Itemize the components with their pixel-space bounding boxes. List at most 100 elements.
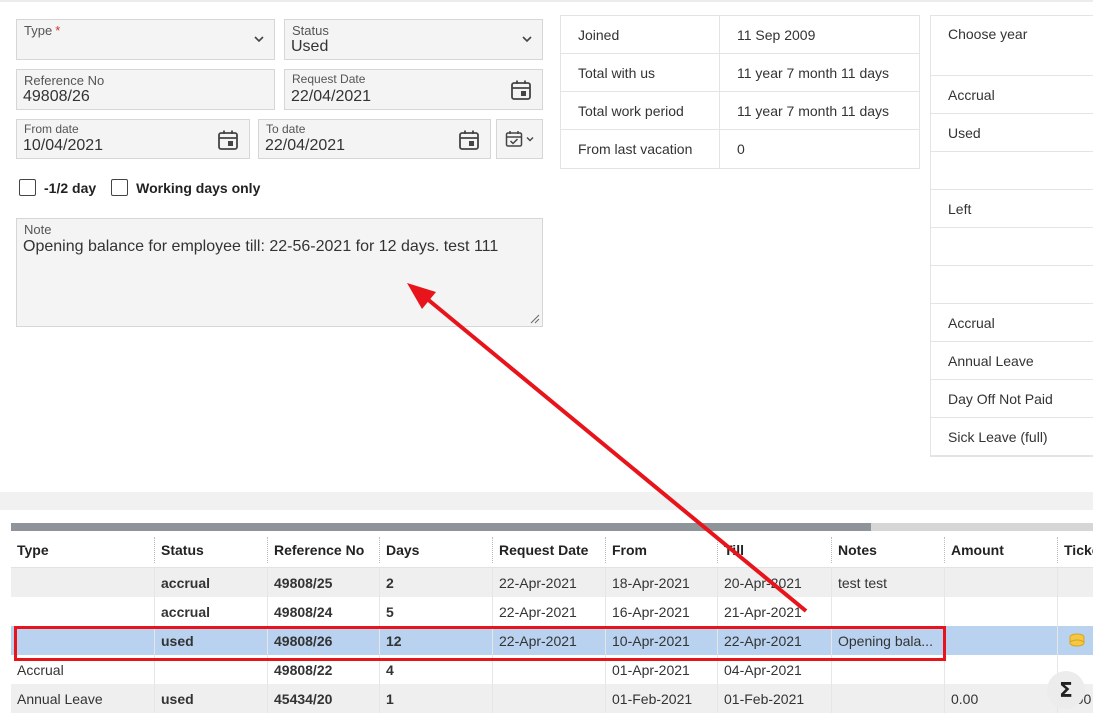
ticket-coins-icon[interactable]: [1068, 632, 1086, 650]
from-date-value: 10/04/2021: [23, 137, 104, 154]
cell-notes: [831, 684, 944, 713]
info-key: Total work period: [561, 92, 720, 129]
balance-accrual2-label: Accrual: [931, 304, 1093, 342]
employee-info-table: Joined 11 Sep 2009 Total with us 11 year 7…: [560, 15, 920, 169]
half-day-checkbox[interactable]: [19, 179, 36, 196]
to-date-field[interactable]: To date 22/04/2021: [258, 119, 491, 159]
sigma-summary-button[interactable]: Σ: [1047, 671, 1085, 709]
cell-till: 01-Feb-2021: [717, 684, 831, 713]
cell-reference-no: 49808/25: [267, 568, 379, 597]
cell-type: [11, 626, 154, 655]
checkbox-row: -1/2 day Working days only: [19, 179, 275, 196]
resize-grip-icon[interactable]: [530, 314, 540, 324]
status-select[interactable]: Status Used: [284, 19, 543, 60]
cell-from: 16-Apr-2021: [605, 597, 717, 626]
to-date-value: 22/04/2021: [265, 137, 346, 154]
header-amount[interactable]: Amount: [944, 536, 1057, 563]
type-label: Type *: [24, 23, 61, 38]
cell-from: 18-Apr-2021: [605, 568, 717, 597]
info-row: Joined 11 Sep 2009: [561, 16, 919, 54]
table-row[interactable]: accrual 49808/24 5 22-Apr-2021 16-Apr-20…: [11, 597, 1093, 626]
request-date-field[interactable]: Request Date 22/04/2021: [284, 69, 543, 110]
status-value: Used: [291, 38, 329, 55]
cell-type: [11, 568, 154, 597]
header-reference-no[interactable]: Reference No: [267, 536, 379, 563]
cell-days: 5: [379, 597, 492, 626]
balance-empty-row: [931, 266, 1093, 304]
balance-left-label: Left: [931, 190, 1093, 228]
grid-header: Type Status Reference No Days Request Da…: [11, 532, 1093, 568]
note-label: Note: [24, 222, 52, 237]
cell-request-date: 22-Apr-2021: [492, 568, 605, 597]
date-preset-button[interactable]: [496, 119, 543, 159]
table-row[interactable]: accrual 49808/25 2 22-Apr-2021 18-Apr-20…: [11, 568, 1093, 597]
leave-grid: Type Status Reference No Days Request Da…: [11, 532, 1093, 713]
reference-no-value: 49808/26: [23, 88, 90, 105]
cell-from: 01-Feb-2021: [605, 684, 717, 713]
cell-reference-no: 45434/20: [267, 684, 379, 713]
cell-from: 10-Apr-2021: [605, 626, 717, 655]
table-row[interactable]: Accrual 49808/22 4 01-Apr-2021 04-Apr-20…: [11, 655, 1093, 684]
cell-type: Annual Leave: [17, 690, 103, 707]
cell-request-date: 22-Apr-2021: [492, 597, 605, 626]
header-from[interactable]: From: [605, 536, 717, 563]
info-row: Total work period 11 year 7 month 11 days: [561, 92, 919, 130]
sick-leave-label: Sick Leave (full): [931, 418, 1093, 456]
cell-request-date: 22-Apr-2021: [492, 626, 605, 655]
cell-amount: [944, 626, 1057, 655]
table-row-selected[interactable]: used 49808/26 12 22-Apr-2021 10-Apr-2021…: [11, 626, 1093, 655]
cell-ticket: [1057, 568, 1093, 597]
cell-notes: [831, 597, 944, 626]
calendar-icon[interactable]: [217, 129, 239, 151]
calendar-icon[interactable]: [510, 79, 532, 101]
cell-reference-no: 49808/24: [267, 597, 379, 626]
calendar-icon[interactable]: [458, 129, 480, 151]
info-value: 0: [737, 141, 745, 157]
info-key: Total with us: [561, 54, 720, 91]
balance-used-label: Used: [931, 114, 1093, 152]
status-label: Status: [292, 23, 329, 38]
header-status[interactable]: Status: [154, 536, 267, 563]
info-key: Joined: [561, 16, 720, 53]
request-date-value: 22/04/2021: [291, 88, 372, 105]
calendar-check-icon: [505, 131, 522, 147]
from-date-field[interactable]: From date 10/04/2021: [16, 119, 250, 159]
working-days-label: Working days only: [136, 179, 261, 196]
info-row: Total with us 11 year 7 month 11 days: [561, 54, 919, 92]
scrollbar-thumb[interactable]: [11, 523, 871, 531]
choose-year-select[interactable]: Choose year: [931, 16, 1093, 76]
annual-leave-label: Annual Leave: [931, 342, 1093, 380]
working-days-checkbox[interactable]: [111, 179, 129, 196]
cell-days: 4: [379, 655, 492, 684]
header-days[interactable]: Days: [379, 536, 492, 563]
balance-empty-row: [931, 228, 1093, 266]
note-textarea[interactable]: Note Opening balance for employee till: …: [16, 218, 543, 327]
cell-status: accrual: [154, 568, 267, 597]
table-row[interactable]: Annual Leave used 45434/20 1 01-Feb-2021…: [11, 684, 1093, 713]
cell-type: [11, 597, 154, 626]
horizontal-scrollbar[interactable]: [11, 523, 1093, 531]
reference-no-field[interactable]: Reference No 49808/26: [16, 69, 275, 110]
header-notes[interactable]: Notes: [831, 536, 944, 563]
cell-days: 1: [379, 684, 492, 713]
cell-till: 22-Apr-2021: [717, 626, 831, 655]
info-row: From last vacation 0: [561, 130, 919, 168]
cell-ticket: [1057, 597, 1093, 626]
cell-type: Accrual: [17, 661, 64, 678]
header-till[interactable]: Till: [717, 536, 831, 563]
type-select[interactable]: Type *: [16, 19, 275, 60]
balance-empty-row: [931, 152, 1093, 190]
header-type[interactable]: Type: [11, 537, 154, 563]
cell-reference-no: 49808/26: [267, 626, 379, 655]
cell-status: [154, 655, 267, 684]
header-request-date[interactable]: Request Date: [492, 536, 605, 563]
header-ticket[interactable]: Ticke: [1057, 536, 1093, 563]
chevron-down-icon: [254, 36, 264, 43]
cell-till: 21-Apr-2021: [717, 597, 831, 626]
balance-panel: Choose year Accrual Used Left Accrual An…: [930, 15, 1093, 457]
top-border: [0, 0, 1093, 2]
from-date-label: From date: [24, 122, 79, 136]
cell-request-date: [492, 655, 605, 684]
cell-status: used: [154, 626, 267, 655]
chevron-down-icon: [526, 137, 533, 142]
